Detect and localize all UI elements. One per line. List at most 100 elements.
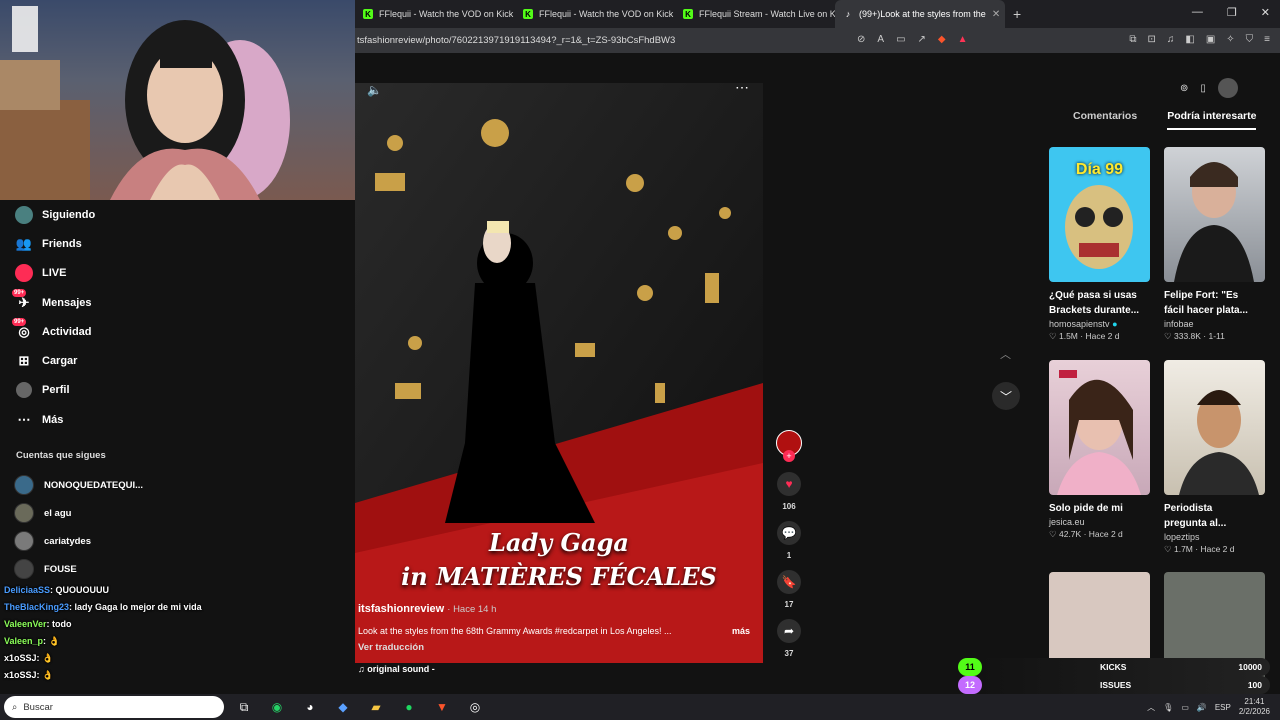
follow-plus-icon[interactable]: + [783, 450, 795, 462]
card-thumbnail [1049, 360, 1150, 495]
heart-outline-icon: ♡ [1049, 529, 1059, 539]
suggestion-card[interactable]: Día 99 ¿Qué pasa si usas Brackets durante… [1049, 147, 1151, 342]
mic-icon[interactable]: 🎙 [1163, 703, 1173, 712]
whatsapp-icon[interactable]: ◉ [264, 694, 290, 720]
card-meta: ♡ 42.7K · Hace 2 d [1049, 529, 1123, 539]
browser-tab-2[interactable]: K FFlequii - Watch the VOD on Kick [515, 0, 675, 28]
url-text[interactable]: tsfashionreview/photo/760221397191911349… [357, 35, 675, 46]
system-tray: ︿ 🎙 ▭ 🔊 ESP 21:41 2/2/2026 [1147, 694, 1270, 720]
brave-shield-icon[interactable]: ◆ [938, 34, 946, 45]
post-sound[interactable]: ♫ original sound - [358, 664, 435, 674]
windows-taskbar: ⌕ Buscar ⧉ ◉ ◕ ◆ ▰ ● ▼ ◎ ︿ 🎙 ▭ 🔊 ESP 21:4… [0, 694, 1280, 720]
extensions-icon[interactable]: ⧉ [1129, 34, 1136, 45]
brave-icon[interactable]: ▼ [429, 694, 455, 720]
messages-badge: 99+ [12, 288, 27, 297]
comment-action[interactable]: 💬 1 [775, 521, 803, 560]
following-account[interactable]: FOUSE [0, 555, 355, 583]
post-options-icon[interactable]: ⋯ [735, 83, 749, 96]
language-indicator[interactable]: ESP [1215, 703, 1231, 712]
stream-goal-bar: 11 KICKS 10000 [958, 658, 1270, 676]
clock[interactable]: 21:41 2/2/2026 [1239, 697, 1270, 717]
next-post-button[interactable]: ﹀ [992, 382, 1020, 410]
vpn-icon[interactable]: ⛉ [1246, 34, 1254, 45]
minimize-icon[interactable]: — [1192, 6, 1203, 19]
tab-comments[interactable]: Comentarios [1073, 110, 1137, 130]
following-account[interactable]: el agu [0, 499, 355, 527]
heart-outline-icon: ♡ [1164, 544, 1174, 554]
nav-live[interactable]: LIVE [0, 259, 355, 288]
card-thumbnail: Día 99 [1049, 147, 1150, 282]
suggestion-card[interactable]: Felipe Fort: "Es fácil hacer plata... inf… [1164, 147, 1266, 342]
no-cast-icon[interactable]: ⊘ [857, 34, 865, 45]
share-icon[interactable]: ↗ [918, 34, 926, 45]
browser-tab-3[interactable]: K FFlequii Stream - Watch Live on Kick [675, 0, 835, 28]
card-title: ¿Qué pasa si usas Brackets durante... [1049, 290, 1140, 316]
brave-rewards-icon[interactable]: ▲ [958, 34, 968, 45]
translate-link[interactable]: Ver traducción [358, 642, 424, 653]
address-bar-icons: ⊘ A ▭ ↗ ◆ ▲ [857, 34, 968, 45]
share-arrow-icon[interactable]: ➦ [777, 619, 801, 643]
maximize-icon[interactable]: ❐ [1227, 6, 1237, 19]
file-explorer-icon[interactable]: ▰ [363, 694, 389, 720]
translate-icon[interactable]: A [877, 34, 884, 45]
heart-icon[interactable]: ♥ [777, 472, 801, 496]
sidebar-toggle-icon[interactable]: ◧ [1185, 34, 1194, 45]
photo-post-viewer[interactable]: Lady Gaga in MATIÈRES FÉCALES 🔈 ⋯ itsfas… [355, 83, 763, 663]
post-author-line[interactable]: itsfashionreview · Hace 14 h [358, 603, 496, 615]
following-account[interactable]: cariatydes [0, 527, 355, 555]
comment-icon[interactable]: 💬 [777, 521, 801, 545]
nav-more[interactable]: ⋯ Más [0, 405, 355, 434]
nav-friends[interactable]: 👥 Friends [0, 229, 355, 258]
steam-icon[interactable]: ◕ [297, 694, 323, 720]
caption-more-link[interactable]: más [732, 626, 750, 636]
suggestion-card[interactable]: Solo pide de mi jesica.eu ♡ 42.7K · Hace… [1049, 360, 1151, 540]
browser-tab-1[interactable]: K FFlequii - Watch the VOD on Kick [355, 0, 515, 28]
taskbar-search[interactable]: ⌕ Buscar [4, 696, 224, 718]
spotify-icon[interactable]: ● [396, 694, 422, 720]
task-view-icon[interactable]: ⧉ [231, 694, 257, 720]
card-author[interactable]: lopeztips [1164, 532, 1266, 542]
copilot-icon[interactable]: ◆ [330, 694, 356, 720]
card-author[interactable]: infobae [1164, 319, 1266, 329]
card-meta: ♡ 1.5M · Hace 2 d [1049, 331, 1120, 341]
chat-message: Valeen_p: 👌 [4, 636, 60, 646]
volume-tray-icon[interactable]: 🔊 [1197, 703, 1207, 712]
wallet-icon[interactable]: ▣ [1206, 34, 1215, 45]
suggestion-card[interactable]: Periodista pregunta al... lopeztips ♡ 1.7… [1164, 360, 1266, 555]
nav-messages[interactable]: ✈ 99+ Mensajes [0, 288, 355, 317]
like-action[interactable]: ♥ 106 [775, 472, 803, 511]
goal-level: 12 [958, 676, 982, 694]
browser-tab-active[interactable]: ♪ (99+)Look at the styles from the ✕ [835, 0, 1005, 28]
screen-icon[interactable]: ▭ [896, 34, 905, 45]
tab-suggestions[interactable]: Podría interesarte [1167, 110, 1257, 130]
music-icon[interactable]: ♫ [1167, 34, 1175, 45]
close-window-icon[interactable]: ✕ [1261, 6, 1270, 19]
previous-post-icon[interactable]: ︿ [1000, 346, 1011, 362]
post-author[interactable]: itsfashionreview [358, 603, 444, 615]
save-action[interactable]: 🔖 17 [775, 570, 803, 609]
card-author[interactable]: homosapienstv ● [1049, 319, 1151, 329]
obs-icon[interactable]: ◎ [462, 694, 488, 720]
suggestions-panel: Comentarios Podría interesarte Día 99 ¿Q… [1030, 70, 1280, 690]
menu-icon[interactable]: ≡ [1264, 34, 1270, 45]
tray-chevron-icon[interactable]: ︿ [1147, 702, 1155, 713]
volume-icon[interactable]: 🔈 [367, 83, 382, 97]
nav-activity[interactable]: ◎ 99+ Actividad [0, 317, 355, 346]
leo-icon[interactable]: ✧ [1226, 34, 1234, 45]
bookmark-icon[interactable]: 🔖 [777, 570, 801, 594]
nav-profile[interactable]: Perfil [0, 376, 355, 405]
creator-avatar[interactable]: + [775, 430, 803, 462]
friends-icon: 👥 [15, 235, 33, 251]
card-author[interactable]: jesica.eu [1049, 517, 1151, 527]
following-account[interactable]: NONOQUEDATEQUI... [0, 471, 355, 499]
address-bar[interactable]: tsfashionreview/photo/760221397191911349… [355, 28, 1280, 53]
screenshot-icon[interactable]: ⊡ [1147, 34, 1155, 45]
new-tab-button[interactable]: + [1013, 6, 1021, 22]
nav-following[interactable]: Siguiendo [0, 200, 355, 229]
nav-upload[interactable]: ⊞ Cargar [0, 346, 355, 375]
close-tab-icon[interactable]: ✕ [992, 9, 1000, 20]
network-icon[interactable]: ▭ [1181, 703, 1189, 712]
person-image [1057, 370, 1141, 495]
post-overlay-text: Lady Gaga in MATIÈRES FÉCALES [401, 528, 717, 591]
share-action[interactable]: ➦ 37 [775, 619, 803, 658]
